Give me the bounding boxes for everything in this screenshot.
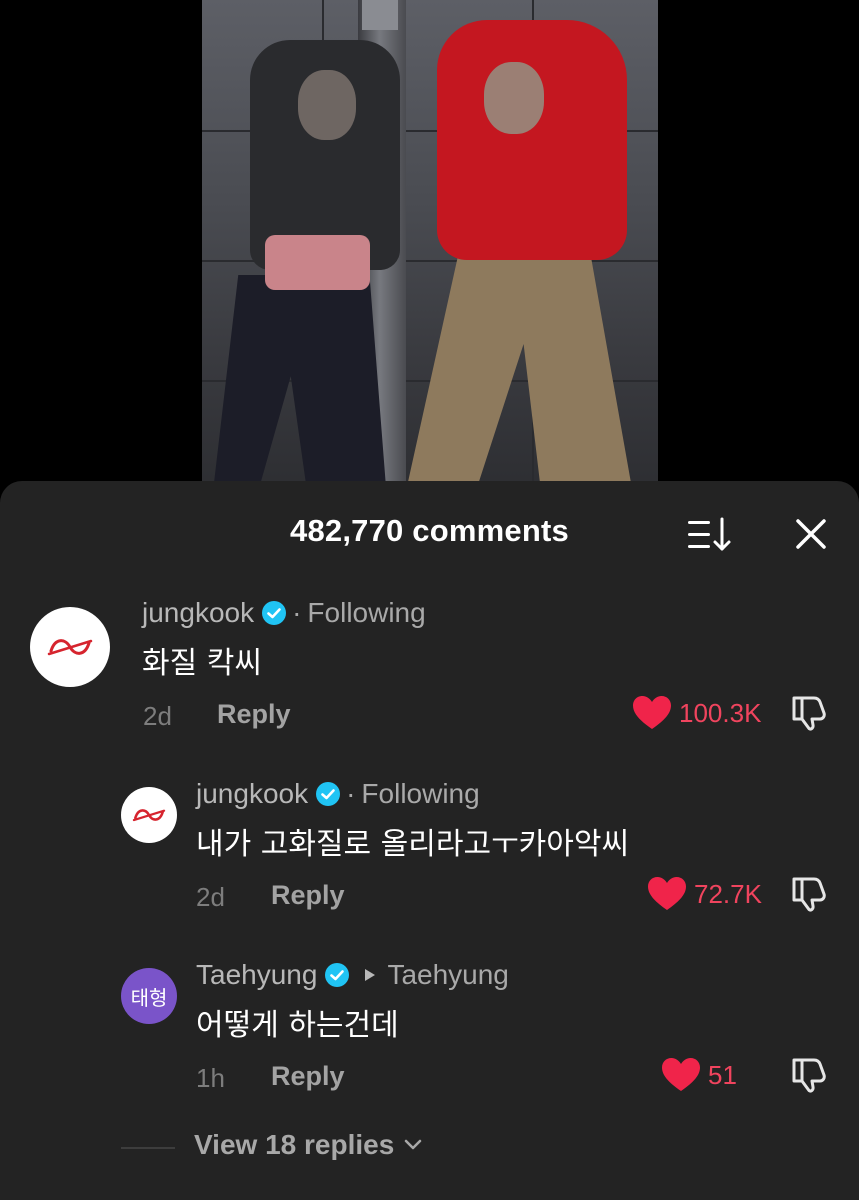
username[interactable]: jungkook <box>196 778 308 810</box>
avatar-initials: 태형 <box>130 985 168 1010</box>
chevron-down-icon <box>405 1139 422 1150</box>
separator: · <box>346 778 356 809</box>
dislike-icon[interactable] <box>790 876 828 912</box>
dislike-icon[interactable] <box>790 1057 828 1093</box>
comment-time: 1h <box>196 1063 225 1093</box>
comment-time: 2d <box>196 882 225 912</box>
like-button[interactable]: 72.7K <box>648 877 762 911</box>
username[interactable]: Taehyung <box>196 959 317 991</box>
heart-icon <box>648 877 686 910</box>
verified-badge-icon <box>262 601 287 625</box>
like-count: 51 <box>708 1059 737 1090</box>
close-icon[interactable] <box>792 515 830 553</box>
avatar[interactable] <box>121 787 177 843</box>
brand-logo-icon <box>47 639 93 656</box>
like-button[interactable]: 100.3K <box>633 696 761 730</box>
comment-text: 내가 고화질로 올리라고ㅜ카아악씨 <box>196 827 630 862</box>
dislike-icon[interactable] <box>790 695 828 731</box>
comment-time: 2d <box>143 701 172 731</box>
view-replies-label: View 18 replies <box>194 1129 395 1160</box>
like-button[interactable]: 51 <box>662 1058 737 1092</box>
reply-arrow-icon <box>365 969 376 981</box>
verified-badge-icon <box>316 782 341 806</box>
following-label: Following <box>361 778 480 809</box>
separator: · <box>292 597 302 628</box>
video-frame[interactable] <box>202 0 658 500</box>
reply-button[interactable]: Reply <box>271 1061 345 1092</box>
sort-icon[interactable] <box>688 517 732 553</box>
comment-author-row: jungkook · Following <box>142 597 426 629</box>
heart-icon <box>662 1058 700 1091</box>
comments-sheet: 482,770 comments jungkook · Following 화질… <box>0 481 859 1200</box>
like-count: 72.7K <box>694 878 762 909</box>
username[interactable]: jungkook <box>142 597 254 629</box>
comment-author-row: Taehyung Taehyung <box>196 959 509 991</box>
comment-text: 화질 칵씨 <box>142 646 262 681</box>
video-player[interactable] <box>0 0 859 500</box>
avatar[interactable]: 태형 <box>121 968 177 1024</box>
heart-icon <box>633 696 671 729</box>
reply-button[interactable]: Reply <box>271 880 345 911</box>
brand-logo-icon <box>132 809 166 822</box>
verified-badge-icon <box>325 963 350 987</box>
view-replies-button[interactable]: View 18 replies <box>194 1129 422 1161</box>
comment-author-row: jungkook · Following <box>196 778 480 810</box>
comment-text: 어떻게 하는건데 <box>196 1008 399 1043</box>
reply-to-username[interactable]: Taehyung <box>387 959 508 991</box>
reply-button[interactable]: Reply <box>217 699 291 730</box>
divider <box>121 1147 175 1149</box>
avatar[interactable] <box>30 607 110 687</box>
following-label: Following <box>307 597 426 628</box>
like-count: 100.3K <box>679 697 762 728</box>
